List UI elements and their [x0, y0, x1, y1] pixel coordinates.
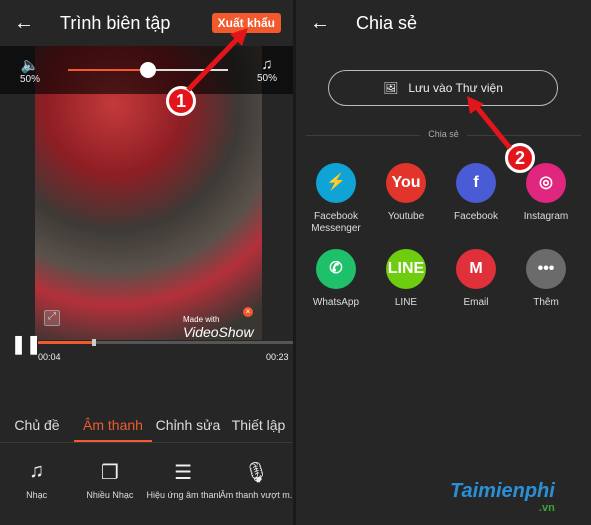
arrow-2: [473, 103, 512, 150]
annotation-arrows: [186, 28, 512, 150]
taimienphi-logo: Taimienphi .vn: [450, 480, 555, 514]
arrow-1: [186, 34, 242, 92]
